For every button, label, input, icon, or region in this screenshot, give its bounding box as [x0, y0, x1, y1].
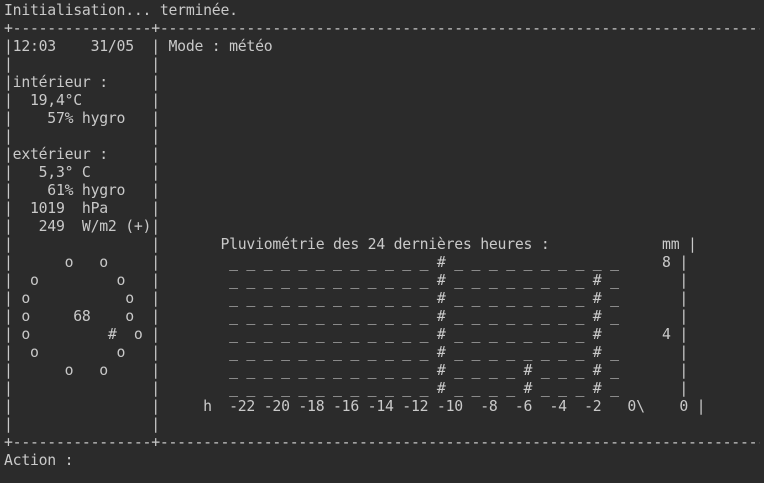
screen-line-12: | 249 W/m2 (+)| |: [4, 218, 160, 235]
terminal-screen: Initialisation... terminée. +-----------…: [4, 2, 760, 470]
screen-line-5: | 19,4°C | |: [4, 92, 160, 109]
screen-line-3: | | |: [4, 56, 160, 73]
screen-line-16: | o o | _ _ _ _ _ _ _ _ _ _ _ _ # _ _ _ …: [4, 290, 689, 307]
screen-line-17: | o 68 o | _ _ _ _ _ _ _ _ _ _ _ _ # _ _…: [4, 308, 689, 325]
screen-line-13: | | Pluviométrie des 24 dernières heures…: [4, 236, 697, 253]
screen-line-9: | 5,3° C | |: [4, 164, 160, 181]
screen-line-10: | 61% hygro | |: [4, 182, 160, 199]
screen-line-14: | o o | _ _ _ _ _ _ _ _ _ _ _ _ # _ _ _ …: [4, 254, 689, 271]
screen-line-24: +----------------+----------------------…: [4, 434, 760, 451]
screen-line-20: | o o | _ _ _ _ _ _ _ _ _ _ _ _ # _ _ _ …: [4, 362, 689, 379]
screen-line-15: | o o | _ _ _ _ _ _ _ _ _ _ _ _ # _ _ _ …: [4, 272, 689, 289]
screen-line-11: | 1019 hPa | |: [4, 200, 160, 217]
screen-line-22: | | h -22 -20 -18 -16 -14 -12 -10 -8 -6 …: [4, 398, 706, 415]
screen-line-21: | | _ _ _ _ _ _ _ _ _ _ _ _ # _ _ _ _ # …: [4, 380, 689, 397]
screen-line-2: |12:03 31/05 | Mode : météo |: [4, 38, 273, 55]
terminal-window[interactable]: Initialisation... terminée. +-----------…: [4, 2, 760, 480]
screen-line-8: |extérieur : | |: [4, 146, 160, 163]
screen-line-6: | 57% hygro | |: [4, 110, 160, 127]
screen-line-4: |intérieur : | |: [4, 74, 160, 91]
screen-line-7: | | |: [4, 128, 160, 145]
status-line: Initialisation... terminée.: [4, 2, 238, 19]
screen-line-19: | o o | _ _ _ _ _ _ _ _ _ _ _ _ # _ _ _ …: [4, 344, 689, 361]
command-prompt[interactable]: Action :: [4, 452, 74, 469]
screen-line-23: | | |: [4, 416, 160, 433]
screen-line-18: | o # o | _ _ _ _ _ _ _ _ _ _ _ _ # _ _ …: [4, 326, 689, 343]
screen-line-1: +----------------+----------------------…: [4, 20, 760, 37]
